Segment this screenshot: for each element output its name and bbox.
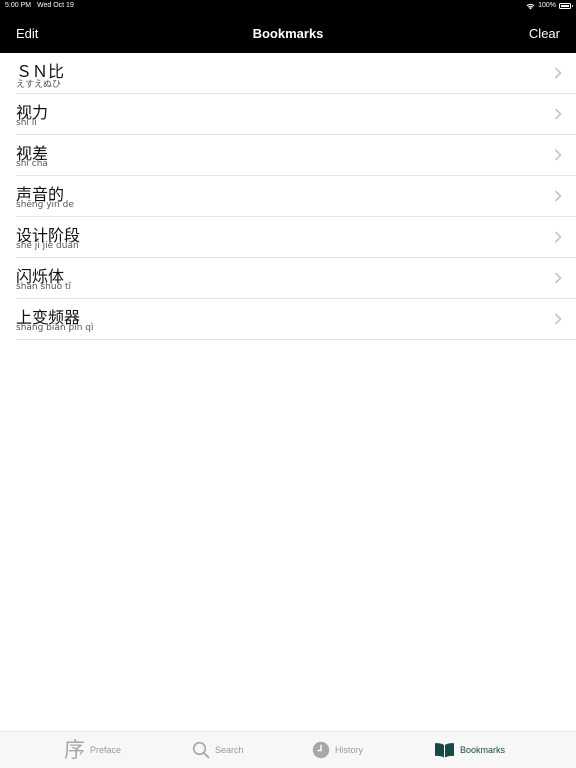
bookmark-reading: shì chā xyxy=(16,159,48,169)
bookmark-list: ＳＮ比 えすえぬひ 视力 shì lì 视差 shì chā 声音的 shēng… xyxy=(0,53,576,340)
chevron-right-icon xyxy=(554,190,562,202)
bookmark-reading: shēng yīn de xyxy=(16,200,74,210)
chevron-right-icon xyxy=(554,231,562,243)
bookmark-reading: shàng biàn pín qì xyxy=(16,323,94,333)
tab-label: Search xyxy=(215,745,244,755)
tab-history[interactable]: History xyxy=(312,732,363,768)
list-item[interactable]: ＳＮ比 えすえぬひ xyxy=(16,53,576,94)
tab-search[interactable]: Search xyxy=(192,732,244,768)
tab-label: Preface xyxy=(90,745,122,755)
tab-bookmarks[interactable]: Bookmarks xyxy=(434,732,505,768)
tab-label: History xyxy=(335,745,364,755)
bookmark-reading: shè jì jiē duàn xyxy=(16,241,79,251)
clear-button[interactable]: Clear xyxy=(529,26,560,41)
chevron-right-icon xyxy=(554,108,562,120)
book-icon xyxy=(435,743,454,758)
chevron-right-icon xyxy=(554,149,562,161)
clock-icon xyxy=(312,741,330,759)
tab-preface[interactable]: 序 Preface xyxy=(64,732,121,768)
page-title: Bookmarks xyxy=(252,26,324,41)
tab-label: Bookmarks xyxy=(460,745,506,755)
list-item[interactable]: 视差 shì chā xyxy=(16,135,576,176)
bookmark-reading: shǎn shuò tǐ xyxy=(16,282,71,292)
status-time: 5:00 PM xyxy=(5,2,32,9)
bookmarks-screen: 5:00 PM Wed Oct 19 100% Edit Bookmarks C… xyxy=(0,0,576,768)
tab-bar: 序 Preface Search History Bookmarks xyxy=(0,731,576,768)
preface-icon: 序 xyxy=(64,737,85,762)
chevron-right-icon xyxy=(554,67,562,79)
chevron-right-icon xyxy=(554,313,562,325)
battery-icon xyxy=(559,3,573,9)
status-bar: 5:00 PM Wed Oct 19 100% xyxy=(0,0,576,12)
top-bar: 5:00 PM Wed Oct 19 100% Edit Bookmarks C… xyxy=(0,0,576,53)
navigation-bar: Edit Bookmarks Clear xyxy=(0,14,576,53)
bookmark-reading: shì lì xyxy=(16,118,37,128)
list-item[interactable]: 视力 shì lì xyxy=(16,94,576,135)
list-item[interactable]: 设计阶段 shè jì jiē duàn xyxy=(16,217,576,258)
list-item[interactable]: 声音的 shēng yīn de xyxy=(16,176,576,217)
wifi-icon xyxy=(526,3,535,9)
search-icon xyxy=(192,741,210,759)
battery-percent: 100% xyxy=(538,2,556,9)
chevron-right-icon xyxy=(554,272,562,284)
list-item[interactable]: 上变频器 shàng biàn pín qì xyxy=(16,299,576,340)
status-date: Wed Oct 19 xyxy=(37,2,74,9)
bookmark-reading: えすえぬひ xyxy=(16,80,61,90)
list-item[interactable]: 闪烁体 shǎn shuò tǐ xyxy=(16,258,576,299)
status-right: 100% xyxy=(526,0,573,12)
